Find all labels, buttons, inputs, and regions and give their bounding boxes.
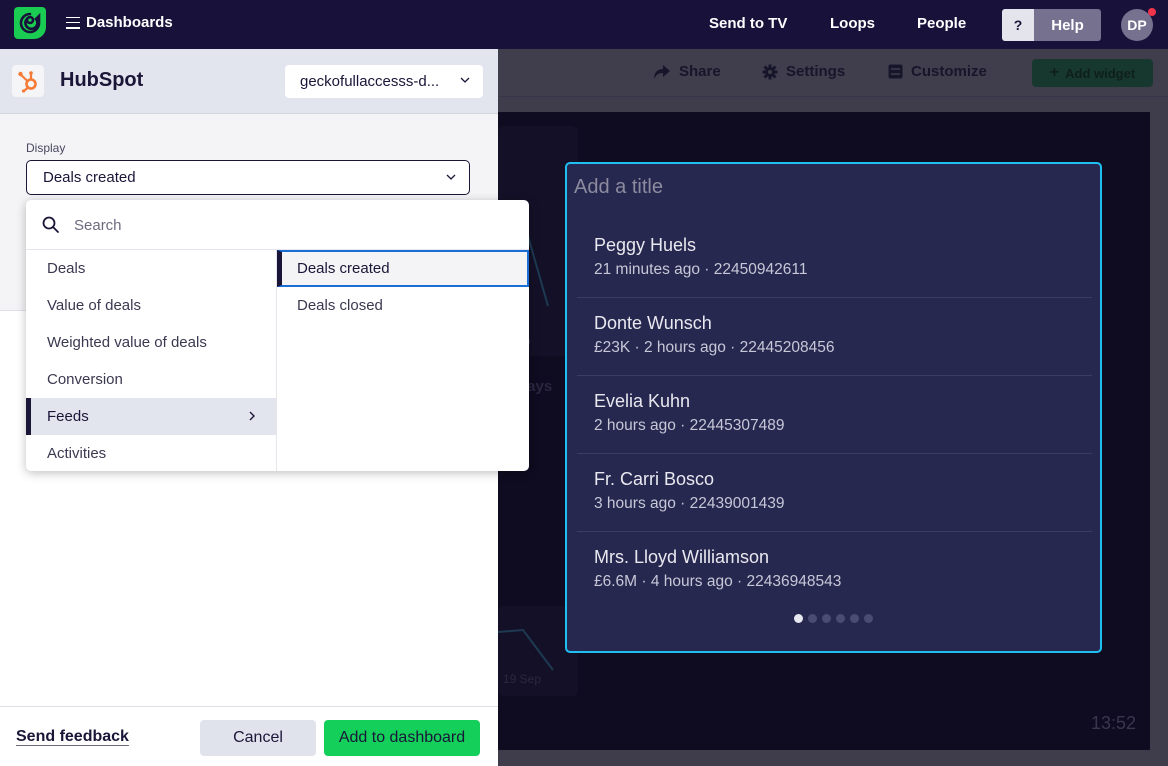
category-list: Deals Value of deals Weighted value of d… xyxy=(26,250,277,471)
plus-icon: + xyxy=(1049,64,1060,81)
category-label: Conversion xyxy=(47,371,123,388)
display-select[interactable]: Deals created xyxy=(26,160,470,195)
chevron-down-icon xyxy=(460,77,470,83)
feed-item-meta: 3 hours ago · 22439001439 xyxy=(594,495,785,512)
category-deals[interactable]: Deals xyxy=(26,250,276,287)
sub-item-list: Deals created Deals closed xyxy=(277,250,529,471)
add-to-dashboard-button[interactable]: Add to dashboard xyxy=(324,720,480,756)
customize-button[interactable]: Customize xyxy=(888,63,987,80)
feed-list: Peggy Huels 21 minutes ago · 22450942611… xyxy=(577,220,1092,610)
feed-item-name: Peggy Huels xyxy=(594,235,697,255)
chevron-right-icon xyxy=(249,411,255,421)
hubspot-logo xyxy=(12,65,44,97)
feed-item: Evelia Kuhn 2 hours ago · 22445307489 xyxy=(577,376,1092,454)
pagination-dot[interactable] xyxy=(822,614,831,623)
customize-label: Customize xyxy=(911,63,987,80)
category-value-of-deals[interactable]: Value of deals xyxy=(26,287,276,324)
loops-link[interactable]: Loops xyxy=(830,15,875,32)
pagination-dot[interactable] xyxy=(864,614,873,623)
panel-header: HubSpot geckofullaccesss-d... xyxy=(0,49,498,114)
ghost-axis-label: 19 Sep xyxy=(503,672,542,686)
add-widget-label: Add widget xyxy=(1065,65,1136,81)
hubspot-sprocket-icon xyxy=(18,71,37,93)
dashboard-clock: 13:52 xyxy=(1090,713,1136,733)
dashboard-toolbar: Share Settings Customize + Add widget xyxy=(498,49,1168,97)
category-label: Weighted value of deals xyxy=(47,334,207,351)
feed-item-meta: 21 minutes ago · 22450942611 xyxy=(594,261,808,278)
feed-item: Donte Wunsch £23K · 2 hours ago · 224452… xyxy=(577,298,1092,376)
pagination-dot[interactable] xyxy=(808,614,817,623)
help-label: Help xyxy=(1034,9,1101,41)
share-button[interactable]: Share xyxy=(653,63,721,80)
category-activities[interactable]: Activities xyxy=(26,435,276,471)
option-label: Deals closed xyxy=(297,297,383,314)
category-label: Activities xyxy=(47,445,107,462)
dashboards-menu-button[interactable]: Dashboards xyxy=(66,14,173,31)
feed-item-name: Donte Wunsch xyxy=(594,313,712,333)
pagination-dots xyxy=(567,614,1100,623)
feed-item-name: Mrs. Lloyd Williamson xyxy=(594,547,770,567)
feed-item-meta: 2 hours ago · 22445307489 xyxy=(594,417,785,434)
display-select-value: Deals created xyxy=(43,169,136,186)
dashboards-label: Dashboards xyxy=(86,14,173,31)
search-icon xyxy=(42,216,59,233)
notification-dot xyxy=(1148,8,1156,16)
category-label: Value of deals xyxy=(47,297,141,314)
display-dropdown-menu: Deals Value of deals Weighted value of d… xyxy=(26,200,529,471)
category-label: Feeds xyxy=(47,408,89,425)
send-feedback-link[interactable]: Send feedback xyxy=(16,728,129,746)
feed-item-name: Evelia Kuhn xyxy=(594,391,691,411)
customize-sliders-icon xyxy=(888,64,903,79)
widget-title-placeholder[interactable]: Add a title xyxy=(574,176,663,199)
settings-button[interactable]: Settings xyxy=(762,63,845,80)
swirl-logo-icon xyxy=(19,12,41,34)
category-label: Deals xyxy=(47,260,86,277)
geckoboard-logo[interactable] xyxy=(14,7,46,39)
category-conversion[interactable]: Conversion xyxy=(26,361,276,398)
category-weighted-value-of-deals[interactable]: Weighted value of deals xyxy=(26,324,276,361)
cancel-button[interactable]: Cancel xyxy=(200,720,316,756)
feed-item: Fr. Carri Bosco 3 hours ago · 2243900143… xyxy=(577,454,1092,532)
help-button[interactable]: ? Help xyxy=(1002,9,1101,41)
gear-icon xyxy=(762,64,778,79)
pagination-dot[interactable] xyxy=(794,614,803,623)
share-label: Share xyxy=(679,63,721,80)
dropdown-search-input[interactable] xyxy=(74,212,494,238)
add-widget-button[interactable]: + Add widget xyxy=(1032,59,1153,87)
feed-item-name: Fr. Carri Bosco xyxy=(594,469,715,489)
option-deals-closed[interactable]: Deals closed xyxy=(277,287,529,324)
option-deals-created[interactable]: Deals created xyxy=(277,250,529,287)
display-label: Display xyxy=(26,141,66,155)
integration-title: HubSpot xyxy=(60,69,144,91)
dropdown-search xyxy=(26,200,529,250)
feed-item-meta: £6.6M · 4 hours ago · 22436948543 xyxy=(594,573,842,590)
panel-footer: Send feedback Cancel Add to dashboard xyxy=(0,706,498,766)
feed-item-meta: £23K · 2 hours ago · 22445208456 xyxy=(594,339,835,356)
send-to-tv-link[interactable]: Send to TV xyxy=(709,15,787,32)
share-arrow-icon xyxy=(654,64,670,79)
dropdown-columns: Deals Value of deals Weighted value of d… xyxy=(26,250,529,471)
account-select-value: geckofullaccesss-d... xyxy=(300,73,440,90)
pagination-dot[interactable] xyxy=(850,614,859,623)
option-label: Deals created xyxy=(297,260,390,277)
settings-label: Settings xyxy=(786,63,846,80)
category-feeds[interactable]: Feeds xyxy=(26,398,276,435)
hamburger-icon xyxy=(66,16,80,29)
question-mark-icon: ? xyxy=(1002,9,1034,41)
pagination-dot[interactable] xyxy=(836,614,845,623)
feed-item: Mrs. Lloyd Williamson £6.6M · 4 hours ag… xyxy=(577,532,1092,610)
deals-feed-widget[interactable]: Add a title Peggy Huels 21 minutes ago ·… xyxy=(565,162,1102,653)
chevron-down-icon xyxy=(446,174,456,180)
feed-item: Peggy Huels 21 minutes ago · 22450942611 xyxy=(577,220,1092,298)
account-select[interactable]: geckofullaccesss-d... xyxy=(285,65,483,98)
top-nav-bar: Dashboards Send to TV Loops People ? Hel… xyxy=(0,0,1168,49)
people-link[interactable]: People xyxy=(917,15,966,32)
